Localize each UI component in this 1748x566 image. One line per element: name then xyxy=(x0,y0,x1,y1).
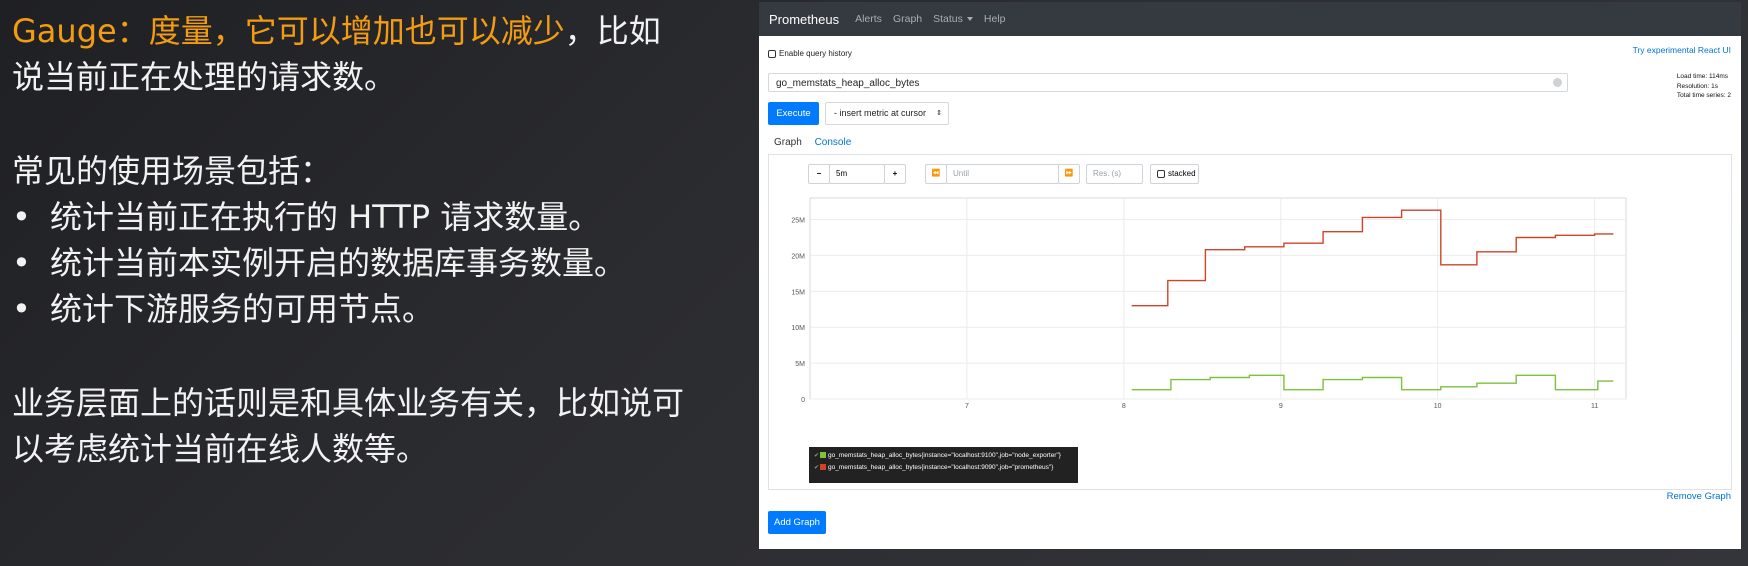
expression-input[interactable]: go_memstats_heap_alloc_bytes xyxy=(768,73,1568,92)
brand-logo[interactable]: Prometheus xyxy=(769,12,839,27)
plot-frame xyxy=(809,197,1627,400)
y-tick-label: 0 xyxy=(801,397,805,404)
checkbox-icon[interactable] xyxy=(768,49,776,58)
stacked-toggle[interactable]: stacked xyxy=(1150,164,1199,184)
chevron-down-icon xyxy=(966,17,973,22)
slide-text: Gauge：度量，它可以增加也可以减少，比如 说当前正在处理的请求数。 常见的使… xyxy=(12,8,742,472)
range-input[interactable]: 5m xyxy=(829,164,885,184)
y-tick-label: 20M xyxy=(791,253,805,260)
x-tick-label: 11 xyxy=(1591,403,1598,410)
react-ui-link[interactable]: Try experimental React UI xyxy=(1633,45,1731,55)
series-line xyxy=(1131,374,1614,391)
graph-chart: 0 5M 10M 15M 20M 25M 7 8 9 10 11 xyxy=(791,197,1627,410)
chart-grid xyxy=(809,197,1627,400)
bullet-icon: • xyxy=(12,290,31,328)
usage-item: • 统计下游服务的可用节点。 xyxy=(12,286,742,332)
usage-list: • 统计当前正在执行的 HTTP 请求数量。 • 统计当前本实例开启的数据库事务数量… xyxy=(12,194,742,332)
nav-alerts[interactable]: Alerts xyxy=(855,13,882,25)
business-note-line2: 以考虑统计当前在线人数等。 xyxy=(12,430,429,468)
navbar: Prometheus Alerts Graph Status Help xyxy=(759,2,1741,36)
bullet-icon: • xyxy=(12,244,31,282)
tab-graph[interactable]: Graph xyxy=(774,137,802,148)
time-forward-button[interactable]: ⏩ xyxy=(1058,164,1080,184)
insert-metric-select[interactable]: - insert metric at cursor ⇕ xyxy=(825,102,949,125)
legend-item[interactable]: ✔ go_memstats_heap_alloc_bytes{instance="… xyxy=(814,462,1073,474)
legend-swatch xyxy=(820,464,827,471)
resolution-input[interactable]: Res. (s) xyxy=(1086,164,1143,184)
usage-item: • 统计当前正在执行的 HTTP 请求数量。 xyxy=(12,194,742,240)
nav-status[interactable]: Status xyxy=(933,13,973,25)
range-decrease-button[interactable]: − xyxy=(808,164,830,184)
y-tick-label: 25M xyxy=(791,218,805,225)
legend-item[interactable]: ✔ go_memstats_heap_alloc_bytes{instance="… xyxy=(814,450,1073,462)
y-axis: 0 5M 10M 15M 20M 25M xyxy=(791,218,805,404)
x-tick-label: 7 xyxy=(965,403,969,410)
time-back-button[interactable]: ⏪ xyxy=(925,164,947,184)
usage-item: • 统计当前本实例开启的数据库事务数量。 xyxy=(12,240,742,286)
prometheus-window: Prometheus Alerts Graph Status Help Enab… xyxy=(759,2,1741,549)
add-graph-button[interactable]: Add Graph xyxy=(768,511,826,534)
view-tabs: Graph Console xyxy=(774,137,851,148)
x-tick-label: 10 xyxy=(1434,403,1442,410)
x-tick-label: 8 xyxy=(1122,403,1126,410)
x-axis: 7 8 9 10 11 xyxy=(965,403,1598,410)
bullet-icon: • xyxy=(12,198,31,236)
enable-history-toggle[interactable]: Enable query history xyxy=(768,49,852,58)
until-input[interactable]: Until xyxy=(946,164,1059,184)
legend-swatch xyxy=(820,452,827,459)
checkbox-icon[interactable] xyxy=(1157,169,1165,178)
metrics-explorer-icon[interactable] xyxy=(1553,78,1562,87)
range-increase-button[interactable]: + xyxy=(884,164,906,184)
query-stats: Load time: 114ms Resolution: 1s Total ti… xyxy=(1676,73,1731,99)
gauge-title: Gauge：度量，它可以增加也可以减少 xyxy=(12,12,565,50)
execute-button[interactable]: Execute xyxy=(768,102,819,125)
chart-legend: ✔ go_memstats_heap_alloc_bytes{instance="… xyxy=(809,447,1078,483)
business-note-line1: 业务层面上的话则是和具体业务有关，比如说可 xyxy=(12,384,685,422)
gauge-definition-rest: ，比如 xyxy=(564,12,661,50)
y-tick-label: 15M xyxy=(791,289,805,296)
gauge-definition: Gauge：度量，它可以增加也可以减少，比如 xyxy=(12,8,742,54)
usage-heading: 常见的使用场景包括： xyxy=(12,152,333,190)
remove-graph-link[interactable]: Remove Graph xyxy=(1667,491,1731,502)
x-tick-label: 9 xyxy=(1279,403,1283,410)
nav-help[interactable]: Help xyxy=(984,13,1006,25)
gauge-definition-line2: 说当前正在处理的请求数。 xyxy=(12,58,397,96)
y-tick-label: 10M xyxy=(791,325,805,332)
nav-graph[interactable]: Graph xyxy=(893,13,922,25)
tab-console[interactable]: Console xyxy=(815,137,852,148)
select-arrows-icon: ⇕ xyxy=(936,110,942,117)
y-tick-label: 5M xyxy=(795,361,805,368)
